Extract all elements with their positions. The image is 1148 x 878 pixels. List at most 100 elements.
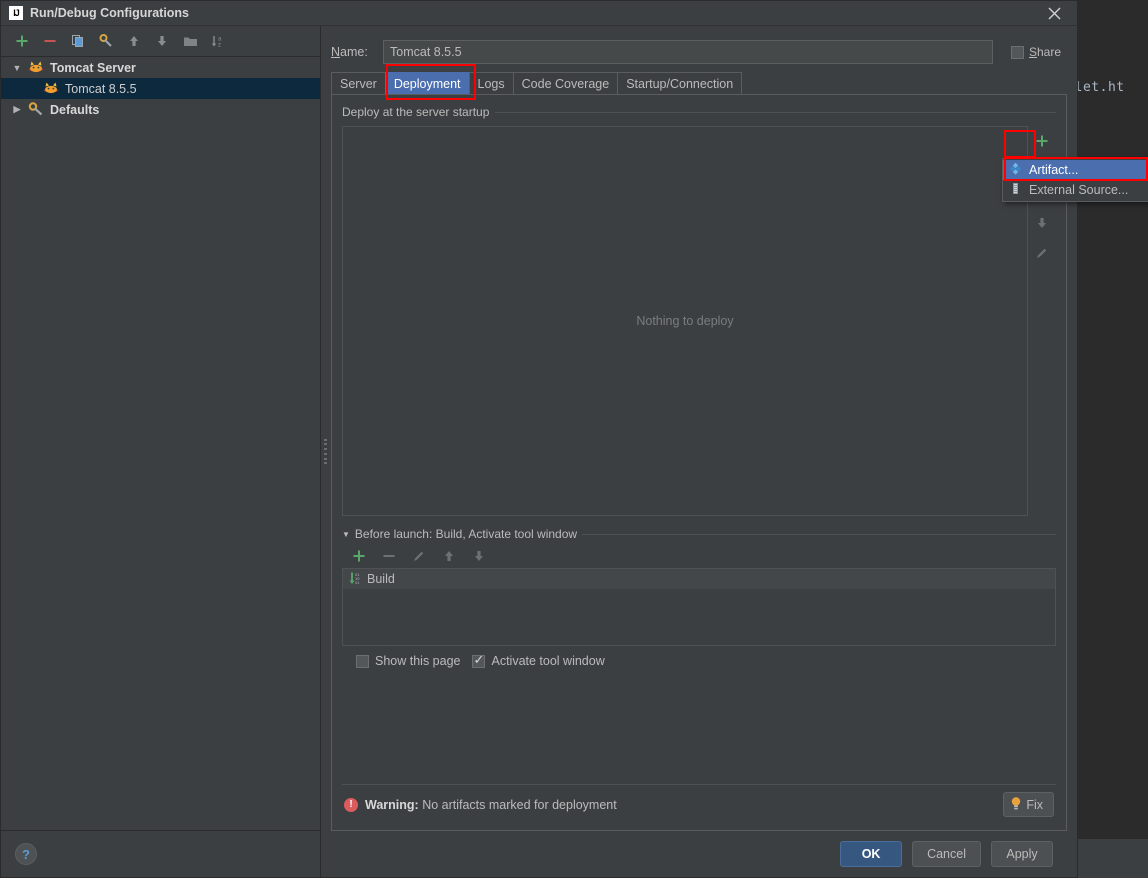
splitter-grip-icon [323,438,327,465]
tab-label: Server [340,76,377,91]
before-launch-toolbar [342,544,1056,568]
svg-text:01: 01 [355,580,360,585]
name-label: Name: [331,45,368,59]
menu-item-external-source[interactable]: External Source... [1003,180,1148,200]
add-deployment-menu[interactable]: Artifact... External Source... [1002,158,1148,202]
checkbox-label: Show this page [375,654,461,668]
tab-startup-connection[interactable]: Startup/Connection [617,72,743,94]
add-deployment-button[interactable] [1031,130,1053,152]
dialog-footer: OK Cancel Apply [331,831,1067,877]
fix-button-label: Fix [1026,797,1043,812]
move-task-down-button[interactable] [470,547,488,565]
share-checkbox[interactable]: Share [1010,45,1061,59]
deployment-tab-panel: Deploy at the server startup Nothing to … [331,94,1067,831]
lightbulb-icon [1010,796,1022,814]
menu-item-label: Artifact... [1029,163,1079,177]
configurations-panel: a z ▼ Tomcat Server Tomcat 8.5.5 ▶ Defau… [1,26,321,877]
tree-item-label: Tomcat Server [50,60,136,75]
remove-before-launch-task-button[interactable] [380,547,398,565]
help-icon[interactable]: ? [15,843,37,865]
checkbox-box[interactable] [472,652,486,668]
tab-label: Startup/Connection [626,76,734,91]
menu-item-label: External Source... [1029,183,1129,197]
dialog-body: a z ▼ Tomcat Server Tomcat 8.5.5 ▶ Defau… [1,26,1077,877]
warning-text: Warning: No artifacts marked for deploym… [365,798,617,812]
external-source-icon [1009,182,1022,198]
checkbox-label: Activate tool window [491,654,605,668]
checkbox-box[interactable] [356,654,369,668]
group-divider [495,111,1056,113]
tree-item-defaults[interactable]: ▶ Defaults [1,99,320,120]
group-divider [582,533,1056,535]
before-launch-task-list[interactable]: 01 10 01 Build [342,568,1056,646]
before-launch-title: Before launch: Build, Activate tool wind… [354,527,578,541]
ok-button[interactable]: OK [840,841,903,867]
before-launch-task-item[interactable]: 01 10 01 Build [343,569,1055,589]
tomcat-icon [28,60,46,76]
deploy-group-header: Deploy at the server startup [342,103,1056,121]
move-up-button[interactable] [125,32,143,50]
left-panel-footer: ? [1,831,320,877]
wrench-icon [28,101,46,118]
warning-message: No artifacts marked for deployment [422,797,617,812]
tab-deployment[interactable]: Deployment [384,72,470,94]
cancel-button[interactable]: Cancel [912,841,981,867]
tab-label: Code Coverage [521,76,610,91]
warning-icon: ! [344,797,358,812]
remove-configuration-button[interactable] [41,32,59,50]
intellij-logo-icon: IJ [9,6,23,20]
tree-item-label: Tomcat 8.5.5 [65,81,137,96]
tab-label: Logs [477,76,505,91]
edit-before-launch-task-button[interactable] [410,547,428,565]
before-launch-header[interactable]: ▼ Before launch: Build, Activate tool wi… [342,526,1056,542]
activate-tool-window-checkbox[interactable]: Activate tool window [472,652,605,668]
build-icon: 01 10 01 [349,571,362,588]
move-task-up-button[interactable] [440,547,458,565]
new-folder-button[interactable] [181,32,199,50]
move-deployment-down-button[interactable] [1031,212,1053,234]
share-checkbox-box[interactable] [1010,45,1024,59]
configuration-editor-panel: Name: Share Server Deployment Logs [321,26,1077,877]
share-label: Share [1028,45,1061,59]
run-debug-configurations-dialog: IJ Run/Debug Configurations a z ▼ Tomcat… [0,0,1078,878]
tab-label: Deployment [393,76,461,91]
chevron-right-icon[interactable]: ▶ [9,104,25,115]
artifact-icon [1009,162,1022,178]
tree-item-label: Defaults [50,102,100,117]
dialog-titlebar: IJ Run/Debug Configurations [1,1,1077,26]
before-launch-section: ▼ Before launch: Build, Activate tool wi… [342,526,1056,676]
tree-item-tomcat-server[interactable]: ▼ Tomcat Server [1,57,320,78]
apply-button[interactable]: Apply [991,841,1053,867]
add-configuration-button[interactable] [13,32,31,50]
deployment-list[interactable]: Nothing to deploy [342,126,1028,516]
before-launch-task-label: Build [367,572,395,586]
tab-server[interactable]: Server [331,72,386,94]
before-launch-options: Show this page Activate tool window [342,646,1056,676]
move-down-button[interactable] [153,32,171,50]
warning-bar: ! Warning: No artifacts marked for deplo… [342,784,1056,824]
edit-configuration-defaults-button[interactable] [97,32,115,50]
deploy-area: Nothing to deploy [342,126,1056,516]
show-this-page-checkbox[interactable]: Show this page [356,654,460,668]
edit-deployment-button[interactable] [1031,242,1053,264]
deploy-group-title: Deploy at the server startup [342,105,490,119]
tab-code-coverage[interactable]: Code Coverage [512,72,619,94]
sort-alphabetically-button[interactable]: a z [209,32,227,50]
panel-splitter[interactable] [321,26,329,877]
copy-configuration-button[interactable] [69,32,87,50]
dialog-title: Run/Debug Configurations [30,6,190,20]
fix-button[interactable]: Fix [1003,792,1054,817]
chevron-down-icon[interactable]: ▼ [9,63,25,73]
tab-logs[interactable]: Logs [468,72,514,94]
close-icon[interactable] [1031,1,1077,26]
tomcat-icon [43,81,61,97]
configuration-tabs: Server Deployment Logs Code Coverage Sta… [331,70,1067,94]
configurations-tree[interactable]: ▼ Tomcat Server Tomcat 8.5.5 ▶ Defaults [1,56,320,831]
name-input[interactable] [383,40,993,64]
add-before-launch-task-button[interactable] [350,547,368,565]
configurations-toolbar: a z [1,26,320,56]
tree-item-tomcat-855[interactable]: Tomcat 8.5.5 [1,78,320,99]
chevron-down-icon[interactable]: ▼ [342,530,350,539]
menu-item-artifact[interactable]: Artifact... [1003,160,1148,180]
